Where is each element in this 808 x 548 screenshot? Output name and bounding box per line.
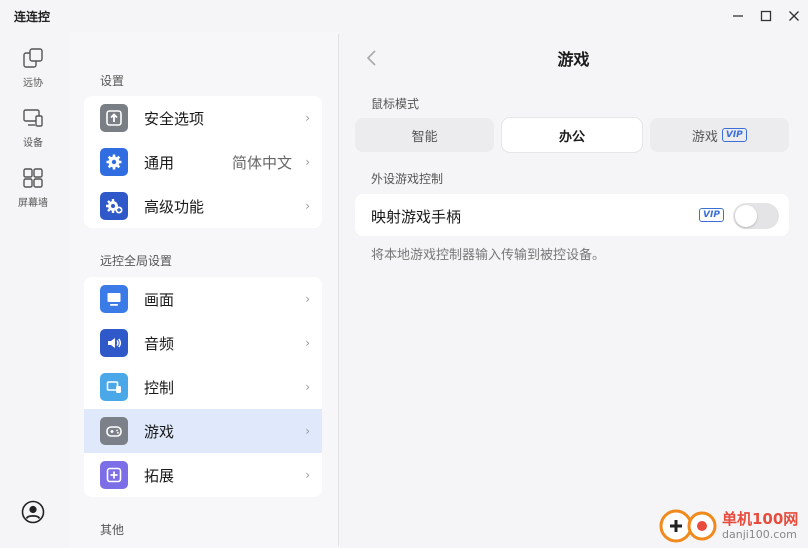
chevron-right-icon: › [305,111,310,125]
row-label: 游戏 [144,422,175,441]
watermark: 单机100网 danji100.com [656,506,804,546]
page-title: 游戏 [557,50,590,69]
section-title-other: 其他 [100,523,125,537]
minimize-button[interactable] [727,6,749,26]
row-label: 画面 [144,290,175,309]
maximize-icon [760,10,772,22]
speaker-icon [100,329,128,357]
left-rail: 远协 设备 屏幕墙 [0,32,66,548]
gamepad-icon [100,417,128,445]
map-gamepad-label: 映射游戏手柄 [371,208,462,226]
section-title-remote-global: 远控全局设置 [100,254,173,268]
watermark-url: danji100.com [722,528,797,541]
monitor-icon [100,285,128,313]
mouse-mode-selector: 智能 办公 游戏 VIP [355,118,789,152]
map-gamepad-description: 将本地游戏控制器输入传输到被控设备。 [371,248,606,263]
control-icon [100,373,128,401]
mouse-mode-smart[interactable]: 智能 [355,118,495,152]
watermark-text: 单机100网 [722,510,799,528]
devices-icon [21,106,45,130]
back-button[interactable] [361,46,381,70]
settings-row-game[interactable]: 游戏 › [84,409,322,453]
remote-assist-icon [21,46,45,70]
row-label: 控制 [144,378,175,397]
app-title: 连连控 [14,10,51,24]
peripheral-section-title: 外设游戏控制 [371,172,444,186]
row-label: 音频 [144,334,175,353]
vip-badge: VIP [721,128,747,142]
settings-row-audio[interactable]: 音频 › [84,321,322,365]
rail-item-screen-wall[interactable]: 屏幕墙 [0,166,66,222]
rail-item-remote-assist[interactable]: 远协 [0,46,66,102]
mouse-mode-label: 游戏 [691,129,718,145]
minimize-icon [733,15,743,17]
game-settings-content: 游戏 鼠标模式 智能 办公 游戏 VIP 外设游戏控制 映射游戏手柄 VIP 将… [339,32,808,548]
rail-label: 屏幕墙 [18,198,48,209]
gear-plus-icon [100,192,128,220]
chevron-right-icon: › [305,199,310,213]
chevron-right-icon: › [305,380,310,394]
settings-row-display[interactable]: 画面 › [84,277,322,321]
plus-square-icon [100,461,128,489]
mouse-mode-office[interactable]: 办公 [502,118,642,152]
chevron-right-icon: › [305,468,310,482]
map-gamepad-toggle[interactable] [733,203,779,229]
vip-badge: VIP [699,208,724,222]
settings-row-security[interactable]: 安全选项 › [84,96,322,140]
toggle-knob [735,205,757,227]
gear-icon [100,148,128,176]
settings-row-extension[interactable]: 拓展 › [84,453,322,497]
maximize-button[interactable] [755,6,777,26]
settings-group-general: 安全选项 › 通用 简体中文 › 高级功能 › [84,96,322,228]
settings-row-control[interactable]: 控制 › [84,365,322,409]
screen-wall-icon [21,166,45,190]
user-avatar-icon[interactable] [21,500,45,524]
row-label: 高级功能 [144,197,205,216]
close-icon [789,11,799,21]
settings-group-remote: 画面 › 音频 › 控制 › 游戏 › 拓展 › [84,277,322,497]
mouse-mode-label: 办公 [558,129,585,145]
rail-item-devices[interactable]: 设备 [0,106,66,162]
map-gamepad-card: 映射游戏手柄 VIP [355,194,789,236]
settings-row-advanced[interactable]: 高级功能 › [84,184,322,228]
row-label: 通用 [144,153,175,172]
rail-label: 设备 [23,138,43,149]
chevron-right-icon: › [305,155,310,169]
settings-row-general[interactable]: 通用 简体中文 › [84,140,322,184]
shield-upload-icon [100,104,128,132]
rail-label: 远协 [23,78,43,89]
close-button[interactable] [783,6,805,26]
chevron-right-icon: › [305,336,310,350]
mouse-mode-label: 智能 [411,129,438,145]
row-label: 拓展 [144,466,175,485]
section-title-settings: 设置 [100,74,125,88]
app-window: 连连控 远协 设备 屏幕墙 设置 安全选项 › 通用 简体中文 › 高级功能 ›… [0,0,808,548]
mouse-mode-section-title: 鼠标模式 [371,97,420,111]
watermark-logo-icon [659,509,717,543]
language-value: 简体中文 [231,153,292,172]
title-bar: 连连控 [0,0,808,32]
settings-panel: 设置 安全选项 › 通用 简体中文 › 高级功能 › 远控全局设置 画面 › 音… [70,32,338,548]
row-label: 安全选项 [144,109,205,128]
chevron-right-icon: › [305,292,310,306]
chevron-right-icon: › [305,424,310,438]
chevron-left-icon [366,50,376,66]
mouse-mode-game[interactable]: 游戏 VIP [649,118,789,152]
